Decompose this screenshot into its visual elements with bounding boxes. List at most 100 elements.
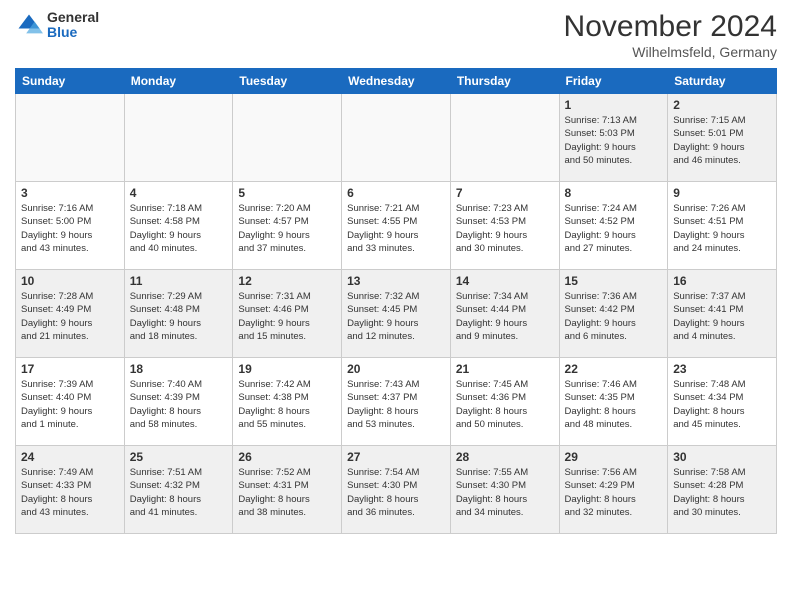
day-info: Sunrise: 7:45 AM Sunset: 4:36 PM Dayligh… [456, 378, 554, 431]
table-row: 16Sunrise: 7:37 AM Sunset: 4:41 PM Dayli… [668, 270, 777, 358]
table-row: 21 Sunrise: 7:45 AM Sunset: 4:36 PM Dayli… [450, 358, 559, 446]
calendar-week-row: 17 Sunrise: 7:39 AM Sunset: 4:40 PM Dayli… [16, 358, 777, 446]
day-number: 5 [238, 186, 336, 200]
calendar-week-row: 1 Sunrise: 7:13 AM Sunset: 5:03 PM Daylig… [16, 94, 777, 182]
day-info: Sunrise: 7:28 AM Sunset: 4:49 PM Dayligh… [21, 290, 119, 343]
day-info: Sunrise: 7:24 AM Sunset: 4:52 PM Dayligh… [565, 202, 663, 255]
logo-blue-text: Blue [47, 25, 99, 40]
col-tuesday: Tuesday [233, 69, 342, 94]
table-row: 9Sunrise: 7:26 AM Sunset: 4:51 PM Daylig… [668, 182, 777, 270]
table-row: 6 Sunrise: 7:21 AM Sunset: 4:55 PM Daylig… [342, 182, 451, 270]
day-info: Sunrise: 7:51 AM Sunset: 4:32 PM Dayligh… [130, 466, 228, 519]
calendar-week-row: 24 Sunrise: 7:49 AM Sunset: 4:33 PM Dayli… [16, 446, 777, 534]
day-number: 11 [130, 274, 228, 288]
day-number: 20 [347, 362, 445, 376]
table-row [124, 94, 233, 182]
table-row: 5Sunrise: 7:20 AM Sunset: 4:57 PM Daylig… [233, 182, 342, 270]
day-number: 3 [21, 186, 119, 200]
day-info: Sunrise: 7:52 AM Sunset: 4:31 PM Dayligh… [238, 466, 336, 519]
day-number: 30 [673, 450, 771, 464]
table-row: 30 Sunrise: 7:58 AM Sunset: 4:28 PM Dayli… [668, 446, 777, 534]
day-number: 25 [130, 450, 228, 464]
calendar-week-row: 10Sunrise: 7:28 AM Sunset: 4:49 PM Dayli… [16, 270, 777, 358]
day-info: Sunrise: 7:55 AM Sunset: 4:30 PM Dayligh… [456, 466, 554, 519]
header: General Blue November 2024 Wilhelmsfeld,… [15, 10, 777, 60]
day-info: Sunrise: 7:42 AM Sunset: 4:38 PM Dayligh… [238, 378, 336, 431]
table-row: 7 Sunrise: 7:23 AM Sunset: 4:53 PM Daylig… [450, 182, 559, 270]
day-number: 6 [347, 186, 445, 200]
day-number: 2 [673, 98, 771, 112]
day-info: Sunrise: 7:32 AM Sunset: 4:45 PM Dayligh… [347, 290, 445, 343]
day-number: 14 [456, 274, 554, 288]
day-info: Sunrise: 7:16 AM Sunset: 5:00 PM Dayligh… [21, 202, 119, 255]
table-row: 3 Sunrise: 7:16 AM Sunset: 5:00 PM Daylig… [16, 182, 125, 270]
table-row: 18 Sunrise: 7:40 AM Sunset: 4:39 PM Dayli… [124, 358, 233, 446]
day-info: Sunrise: 7:13 AM Sunset: 5:03 PM Dayligh… [565, 114, 663, 167]
day-info: Sunrise: 7:26 AM Sunset: 4:51 PM Dayligh… [673, 202, 771, 255]
logo-text: General Blue [47, 10, 99, 41]
table-row: 11Sunrise: 7:29 AM Sunset: 4:48 PM Dayli… [124, 270, 233, 358]
day-number: 22 [565, 362, 663, 376]
day-info: Sunrise: 7:21 AM Sunset: 4:55 PM Dayligh… [347, 202, 445, 255]
day-info: Sunrise: 7:23 AM Sunset: 4:53 PM Dayligh… [456, 202, 554, 255]
day-number: 15 [565, 274, 663, 288]
day-info: Sunrise: 7:39 AM Sunset: 4:40 PM Dayligh… [21, 378, 119, 431]
day-info: Sunrise: 7:40 AM Sunset: 4:39 PM Dayligh… [130, 378, 228, 431]
table-row: 1 Sunrise: 7:13 AM Sunset: 5:03 PM Daylig… [559, 94, 668, 182]
logo: General Blue [15, 10, 99, 41]
table-row: 26 Sunrise: 7:52 AM Sunset: 4:31 PM Dayli… [233, 446, 342, 534]
day-info: Sunrise: 7:54 AM Sunset: 4:30 PM Dayligh… [347, 466, 445, 519]
col-thursday: Thursday [450, 69, 559, 94]
table-row: 29Sunrise: 7:56 AM Sunset: 4:29 PM Dayli… [559, 446, 668, 534]
month-title: November 2024 [564, 10, 777, 44]
logo-icon [15, 11, 43, 39]
day-number: 24 [21, 450, 119, 464]
day-number: 1 [565, 98, 663, 112]
table-row: 2 Sunrise: 7:15 AM Sunset: 5:01 PM Daylig… [668, 94, 777, 182]
table-row: 25 Sunrise: 7:51 AM Sunset: 4:32 PM Dayli… [124, 446, 233, 534]
day-number: 29 [565, 450, 663, 464]
calendar-header-row: Sunday Monday Tuesday Wednesday Thursday… [16, 69, 777, 94]
day-number: 16 [673, 274, 771, 288]
table-row: 17 Sunrise: 7:39 AM Sunset: 4:40 PM Dayli… [16, 358, 125, 446]
table-row [342, 94, 451, 182]
day-number: 17 [21, 362, 119, 376]
day-number: 19 [238, 362, 336, 376]
day-number: 28 [456, 450, 554, 464]
day-info: Sunrise: 7:46 AM Sunset: 4:35 PM Dayligh… [565, 378, 663, 431]
table-row: 10Sunrise: 7:28 AM Sunset: 4:49 PM Dayli… [16, 270, 125, 358]
day-info: Sunrise: 7:58 AM Sunset: 4:28 PM Dayligh… [673, 466, 771, 519]
day-number: 23 [673, 362, 771, 376]
table-row: 19 Sunrise: 7:42 AM Sunset: 4:38 PM Dayli… [233, 358, 342, 446]
logo-general-text: General [47, 10, 99, 25]
col-wednesday: Wednesday [342, 69, 451, 94]
col-sunday: Sunday [16, 69, 125, 94]
day-info: Sunrise: 7:36 AM Sunset: 4:42 PM Dayligh… [565, 290, 663, 343]
day-number: 27 [347, 450, 445, 464]
day-info: Sunrise: 7:18 AM Sunset: 4:58 PM Dayligh… [130, 202, 228, 255]
table-row: 27 Sunrise: 7:54 AM Sunset: 4:30 PM Dayli… [342, 446, 451, 534]
day-number: 4 [130, 186, 228, 200]
day-number: 12 [238, 274, 336, 288]
day-info: Sunrise: 7:48 AM Sunset: 4:34 PM Dayligh… [673, 378, 771, 431]
calendar-week-row: 3 Sunrise: 7:16 AM Sunset: 5:00 PM Daylig… [16, 182, 777, 270]
day-info: Sunrise: 7:49 AM Sunset: 4:33 PM Dayligh… [21, 466, 119, 519]
col-saturday: Saturday [668, 69, 777, 94]
page-container: General Blue November 2024 Wilhelmsfeld,… [0, 0, 792, 612]
table-row [16, 94, 125, 182]
table-row: 28 Sunrise: 7:55 AM Sunset: 4:30 PM Dayli… [450, 446, 559, 534]
table-row: 13 Sunrise: 7:32 AM Sunset: 4:45 PM Dayli… [342, 270, 451, 358]
calendar-table: Sunday Monday Tuesday Wednesday Thursday… [15, 68, 777, 534]
table-row: 22 Sunrise: 7:46 AM Sunset: 4:35 PM Dayli… [559, 358, 668, 446]
day-number: 13 [347, 274, 445, 288]
day-number: 7 [456, 186, 554, 200]
table-row: 8Sunrise: 7:24 AM Sunset: 4:52 PM Daylig… [559, 182, 668, 270]
table-row: 14Sunrise: 7:34 AM Sunset: 4:44 PM Dayli… [450, 270, 559, 358]
day-info: Sunrise: 7:15 AM Sunset: 5:01 PM Dayligh… [673, 114, 771, 167]
table-row: 24 Sunrise: 7:49 AM Sunset: 4:33 PM Dayli… [16, 446, 125, 534]
table-row: 12 Sunrise: 7:31 AM Sunset: 4:46 PM Dayli… [233, 270, 342, 358]
day-number: 18 [130, 362, 228, 376]
day-number: 21 [456, 362, 554, 376]
day-number: 26 [238, 450, 336, 464]
day-info: Sunrise: 7:31 AM Sunset: 4:46 PM Dayligh… [238, 290, 336, 343]
